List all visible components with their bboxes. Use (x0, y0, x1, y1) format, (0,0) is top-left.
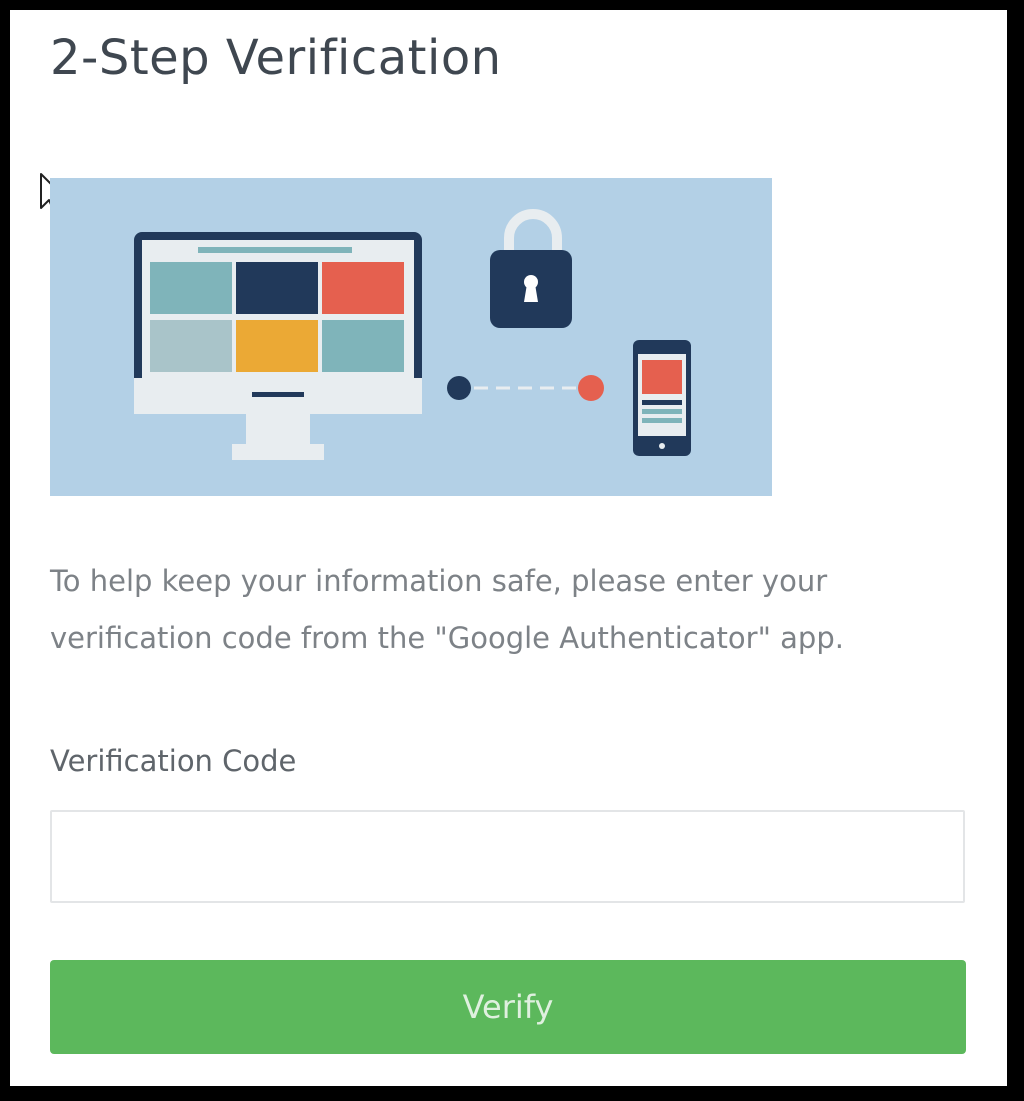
padlock-icon (490, 209, 572, 328)
verification-panel: 2-Step Verification To help keep your in… (10, 10, 1007, 1086)
desktop-monitor-icon (134, 232, 422, 460)
connection-link-icon (447, 375, 604, 401)
verification-code-label: Verification Code (50, 744, 297, 778)
page-title: 2-Step Verification (50, 30, 502, 86)
verification-code-input[interactable] (50, 810, 965, 903)
instruction-message: To help keep your information safe, plea… (50, 564, 844, 655)
smartphone-icon (633, 340, 691, 456)
verify-button[interactable]: Verify (50, 960, 966, 1054)
security-illustration (50, 178, 772, 496)
